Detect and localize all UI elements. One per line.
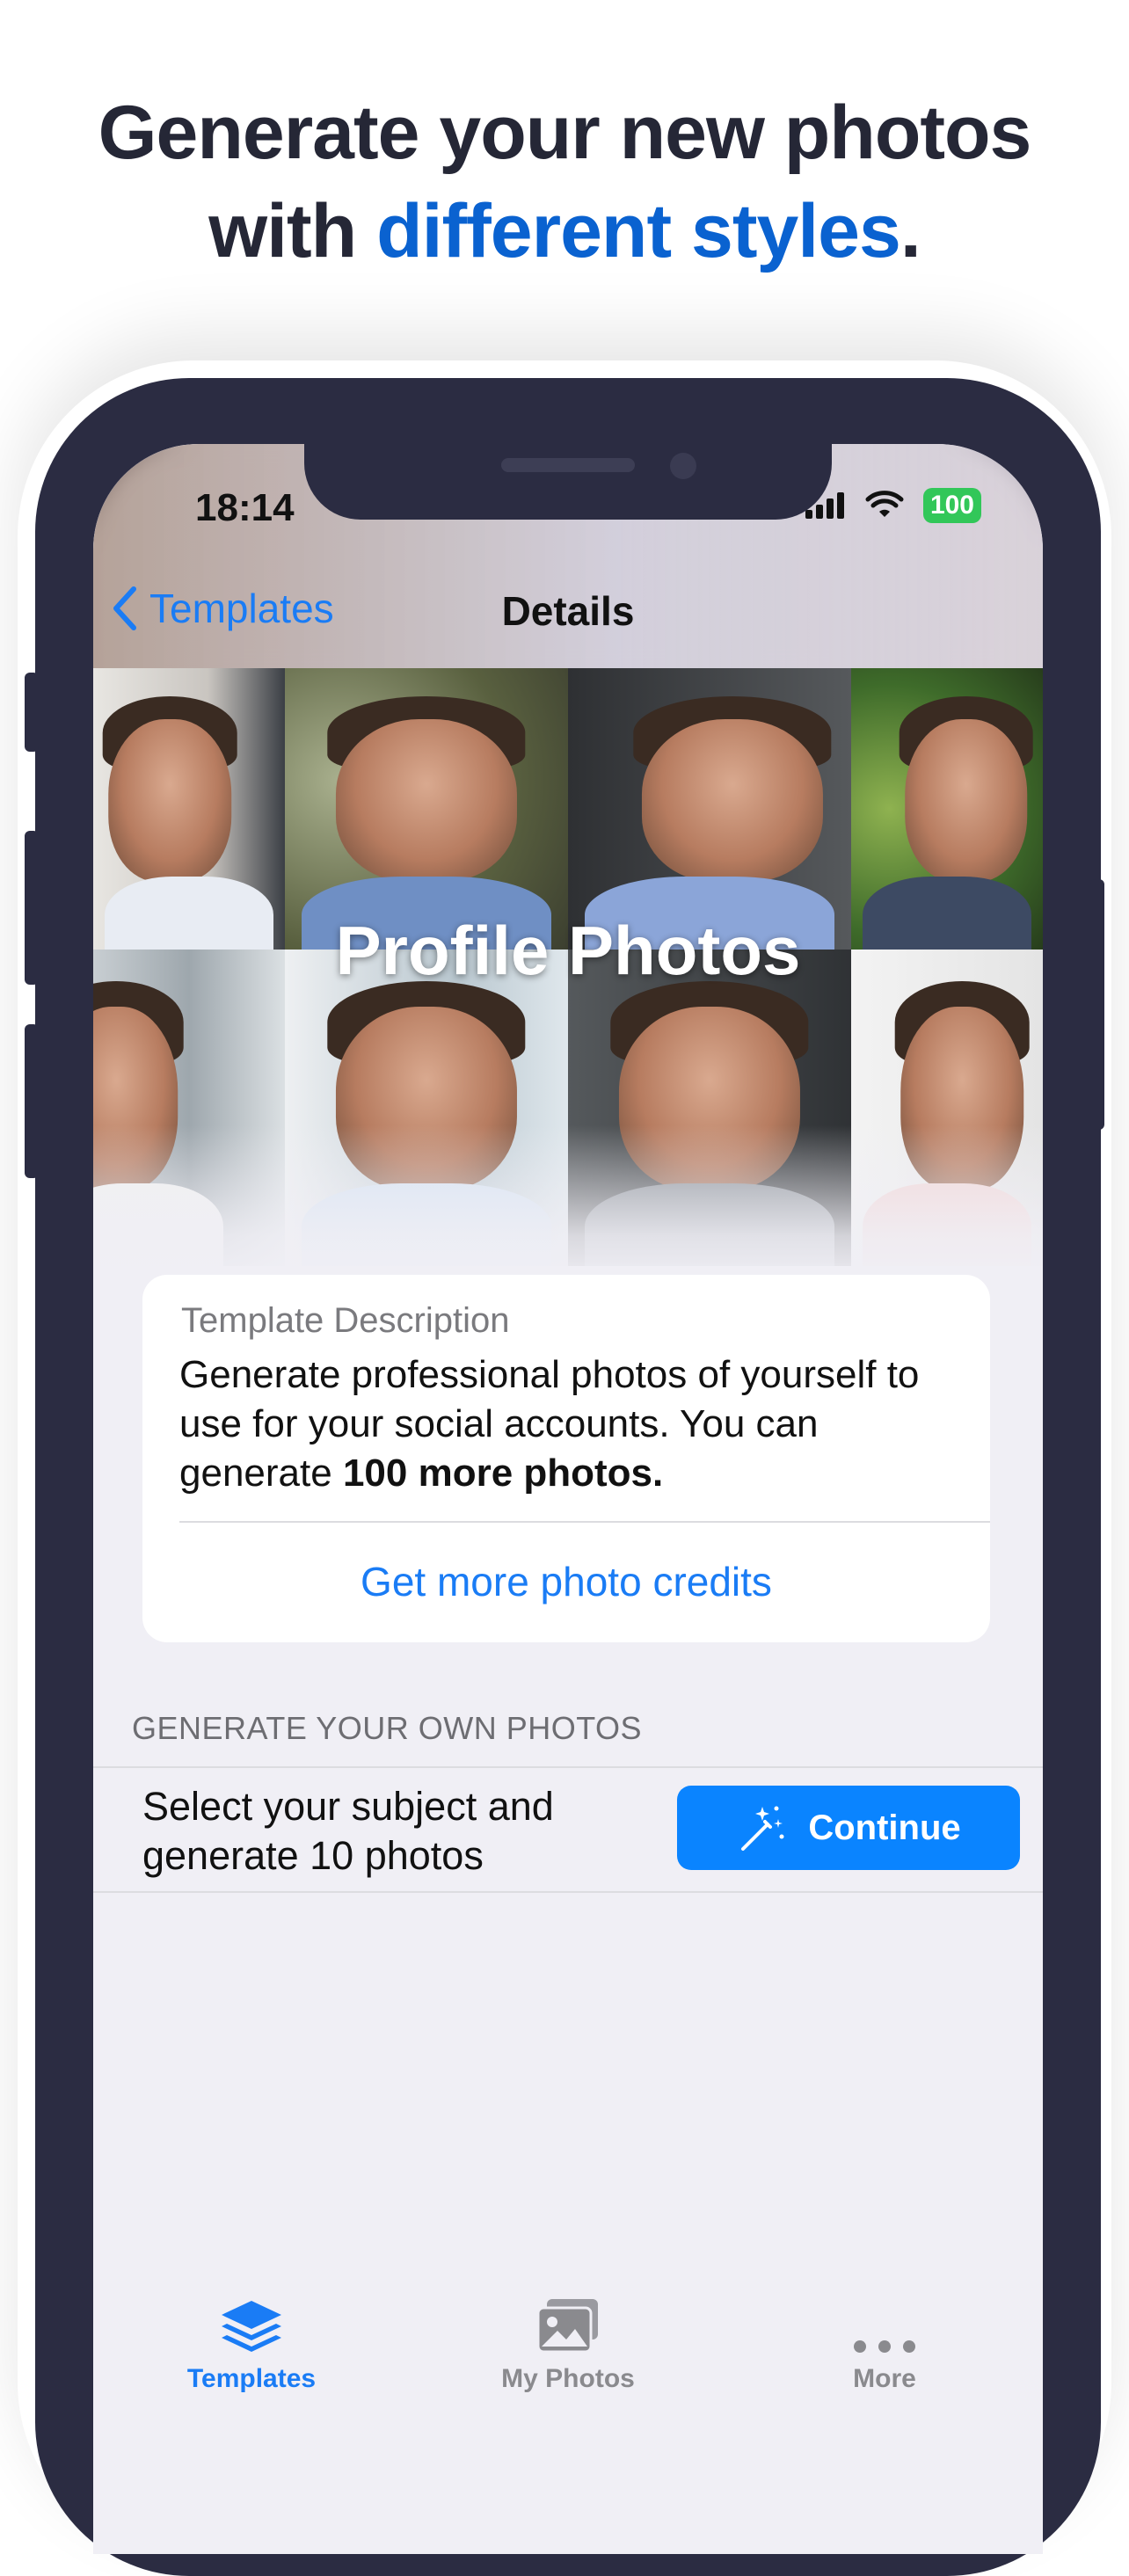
generate-row-text: Select your subject and generate 10 phot… <box>142 1784 554 1878</box>
side-button <box>1090 879 1104 1130</box>
app-screen: Profile Photos 18:14 100 Templates Detai… <box>93 444 1043 2554</box>
tab-more-label: More <box>853 2364 916 2393</box>
nav-title: Details <box>501 588 635 634</box>
description-bold-text: 100 more photos. <box>342 1452 664 1495</box>
marketing-headline: Generate your new photos with different … <box>0 84 1129 280</box>
side-button <box>25 831 39 985</box>
wifi-icon <box>865 491 904 517</box>
headline-line-1: Generate your new photos <box>98 91 1032 175</box>
status-time: 18:14 <box>195 486 295 529</box>
tab-templates-label: Templates <box>186 2364 317 2393</box>
template-description-card: Template Description Generate profession… <box>142 1275 990 1642</box>
card-divider <box>179 1521 990 1523</box>
hero-title: Profile Photos <box>335 912 801 989</box>
headline-suffix: . <box>900 189 921 273</box>
headline-accent: different styles <box>376 189 901 273</box>
hero-fade <box>93 1125 1043 1284</box>
photo-tile <box>285 668 568 950</box>
side-button <box>25 673 39 752</box>
tab-templates[interactable]: Templates <box>93 2290 410 2394</box>
tab-bar: Templates My Photos More <box>93 2290 1043 2554</box>
side-button <box>25 1024 39 1178</box>
status-indicators: 100 <box>805 488 981 523</box>
notch <box>304 444 832 520</box>
continue-button[interactable]: Continue <box>677 1786 1020 1870</box>
front-camera <box>670 453 696 479</box>
tab-my-photos-label: My Photos <box>501 2364 635 2393</box>
stack-icon <box>222 2301 281 2352</box>
section-header: GENERATE YOUR OWN PHOTOS <box>132 1710 643 1746</box>
get-credits-link[interactable]: Get more photo credits <box>142 1558 990 1605</box>
tab-more[interactable]: More <box>726 2290 1043 2394</box>
photo-tile <box>93 668 285 950</box>
continue-button-label: Continue <box>808 1808 961 1847</box>
photo-tile <box>568 668 851 950</box>
card-description: Generate professional photos of yourself… <box>179 1350 971 1498</box>
tab-my-photos[interactable]: My Photos <box>410 2290 726 2394</box>
magic-wand-icon <box>741 1806 784 1851</box>
speaker <box>501 458 635 472</box>
ellipsis-icon <box>854 2340 915 2353</box>
photos-icon <box>536 2299 598 2354</box>
generate-row: Select your subject and generate 10 phot… <box>93 1766 1043 1893</box>
photo-tile <box>851 668 1043 950</box>
card-label: Template Description <box>181 1301 510 1340</box>
battery-indicator: 100 <box>922 488 981 523</box>
headline-line-2: with different styles. <box>0 182 1129 280</box>
headline-prefix: with <box>208 189 377 273</box>
